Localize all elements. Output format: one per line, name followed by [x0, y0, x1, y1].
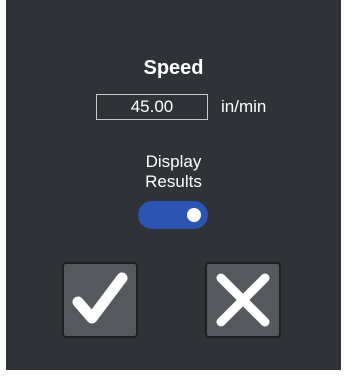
- display-results-label-line2: Results: [145, 172, 202, 191]
- display-results-label-line1: Display: [145, 152, 202, 171]
- toggle-knob: [187, 208, 201, 222]
- display-results-toggle[interactable]: [138, 201, 208, 229]
- display-results-label: Display Results: [6, 152, 341, 192]
- speed-title: Speed: [143, 57, 204, 79]
- confirm-button[interactable]: [62, 262, 138, 338]
- speed-input[interactable]: [96, 94, 208, 120]
- speed-unit-label: in/min: [221, 97, 267, 116]
- speed-dialog: Speed in/min Display Results: [6, 0, 341, 370]
- checkmark-icon: [72, 272, 128, 324]
- close-x-icon: [216, 273, 270, 327]
- cancel-button[interactable]: [205, 262, 281, 338]
